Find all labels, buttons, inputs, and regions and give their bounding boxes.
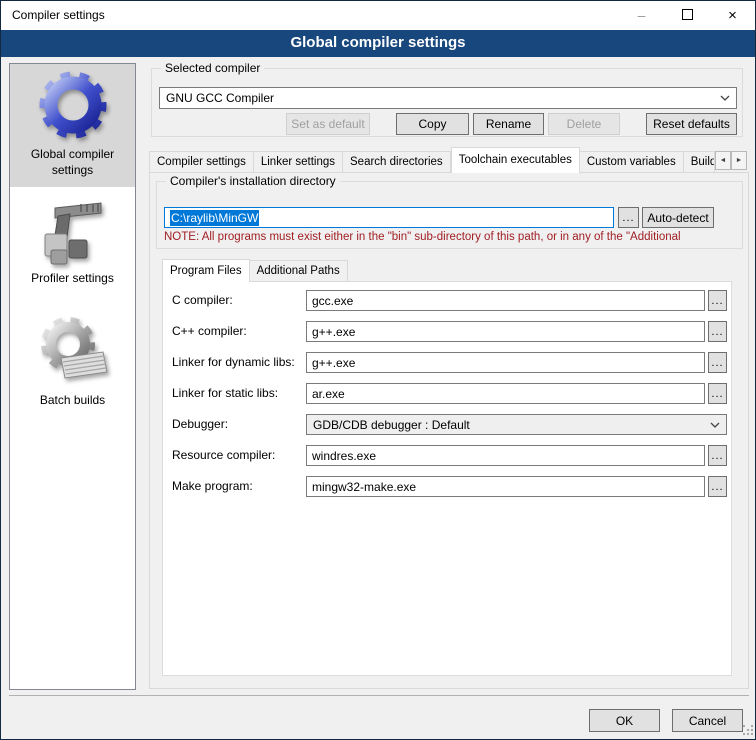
installation-directory-legend: Compiler's installation directory <box>166 174 340 189</box>
field-label: Linker for static libs: <box>172 383 304 404</box>
page-title: Global compiler settings <box>1 30 755 57</box>
main-tab-bar: Compiler settings Linker settings Search… <box>149 147 715 173</box>
cpp-compiler-browse-button[interactable]: ... <box>708 321 727 342</box>
tab-toolchain-executables[interactable]: Toolchain executables <box>451 147 580 173</box>
field-label: C compiler: <box>172 290 304 311</box>
resize-grip-icon <box>743 725 745 727</box>
tab-additional-paths[interactable]: Additional Paths <box>250 260 348 282</box>
debugger-select-value: GDB/CDB debugger : Default <box>307 418 704 432</box>
set-as-default-button[interactable]: Set as default <box>286 113 370 135</box>
note-text: NOTE: All programs must exist either in … <box>164 231 741 246</box>
cpp-compiler-input[interactable]: g++.exe <box>306 321 705 342</box>
tab-search-directories[interactable]: Search directories <box>343 151 451 173</box>
tab-scroll-left-button[interactable]: ◄ <box>715 151 731 170</box>
field-label: Debugger: <box>172 414 304 435</box>
ok-button[interactable]: OK <box>589 709 660 732</box>
maximize-icon <box>682 9 693 20</box>
program-files-tab-bar: Program Files Additional Paths <box>162 259 462 282</box>
tab-program-files[interactable]: Program Files <box>162 259 250 282</box>
sidebar-item-label: Global compiler settings <box>17 146 129 178</box>
cancel-button[interactable]: Cancel <box>672 709 743 732</box>
copy-button[interactable]: Copy <box>396 113 469 135</box>
linker-static-browse-button[interactable]: ... <box>708 383 727 404</box>
chevron-down-icon <box>704 415 726 434</box>
c-compiler-input[interactable]: gcc.exe <box>306 290 705 311</box>
selected-compiler-legend: Selected compiler <box>161 61 264 76</box>
make-program-input[interactable]: mingw32-make.exe <box>306 476 705 497</box>
installation-directory-value: C:\raylib\MinGW <box>170 210 259 226</box>
resize-grip[interactable] <box>743 725 753 735</box>
installation-directory-browse-button[interactable]: ... <box>618 207 639 228</box>
chevron-down-icon <box>714 88 736 108</box>
delete-button[interactable]: Delete <box>548 113 620 135</box>
sidebar-item-profiler-settings[interactable]: Profiler settings <box>10 192 135 302</box>
tab-scroll-right-button[interactable]: ► <box>731 151 747 170</box>
profiler-caliper-icon <box>35 196 111 268</box>
field-label: C++ compiler: <box>172 321 304 342</box>
footer-divider <box>9 695 749 696</box>
compiler-select-value: GNU GCC Compiler <box>160 91 714 105</box>
resource-compiler-browse-button[interactable]: ... <box>708 445 727 466</box>
close-button[interactable]: × <box>710 1 755 30</box>
field-label: Resource compiler: <box>172 445 304 466</box>
maximize-button[interactable] <box>665 1 710 30</box>
auto-detect-button[interactable]: Auto-detect <box>642 207 714 228</box>
compiler-settings-dialog: Compiler settings – × Global compiler se… <box>0 0 756 740</box>
blue-gear-icon <box>35 68 111 144</box>
settings-sidebar: Global compiler settings Profiler settin… <box>9 63 136 690</box>
arrow-right-icon: ► <box>736 157 743 164</box>
installation-directory-input[interactable]: C:\raylib\MinGW <box>164 207 614 228</box>
tab-linker-settings[interactable]: Linker settings <box>254 151 343 173</box>
c-compiler-browse-button[interactable]: ... <box>708 290 727 311</box>
reset-defaults-button[interactable]: Reset defaults <box>646 113 737 135</box>
minimize-button[interactable]: – <box>619 1 664 30</box>
make-program-browse-button[interactable]: ... <box>708 476 727 497</box>
arrow-left-icon: ◄ <box>720 157 727 164</box>
window-title: Compiler settings <box>12 1 105 30</box>
tab-build-options[interactable]: Build options <box>684 151 715 173</box>
linker-dynamic-browse-button[interactable]: ... <box>708 352 727 373</box>
tab-compiler-settings[interactable]: Compiler settings <box>149 151 254 173</box>
linker-static-input[interactable]: ar.exe <box>306 383 705 404</box>
debugger-select[interactable]: GDB/CDB debugger : Default <box>306 414 727 435</box>
sidebar-item-label: Batch builds <box>17 392 129 408</box>
field-label: Linker for dynamic libs: <box>172 352 304 373</box>
title-bar: Compiler settings – × <box>1 1 755 30</box>
close-icon: × <box>728 7 737 24</box>
sidebar-item-label: Profiler settings <box>17 270 129 286</box>
tab-scroll-buttons: ◄ ► <box>715 151 747 170</box>
sidebar-item-global-compiler-settings[interactable]: Global compiler settings <box>10 64 135 187</box>
rename-button[interactable]: Rename <box>473 113 544 135</box>
compiler-select[interactable]: GNU GCC Compiler <box>159 87 737 109</box>
tab-custom-variables[interactable]: Custom variables <box>580 151 684 173</box>
minimize-icon: – <box>638 7 646 23</box>
linker-dynamic-input[interactable]: g++.exe <box>306 352 705 373</box>
batch-builds-icon <box>35 316 111 390</box>
sidebar-item-batch-builds[interactable]: Batch builds <box>10 312 135 424</box>
field-label: Make program: <box>172 476 304 497</box>
resource-compiler-input[interactable]: windres.exe <box>306 445 705 466</box>
